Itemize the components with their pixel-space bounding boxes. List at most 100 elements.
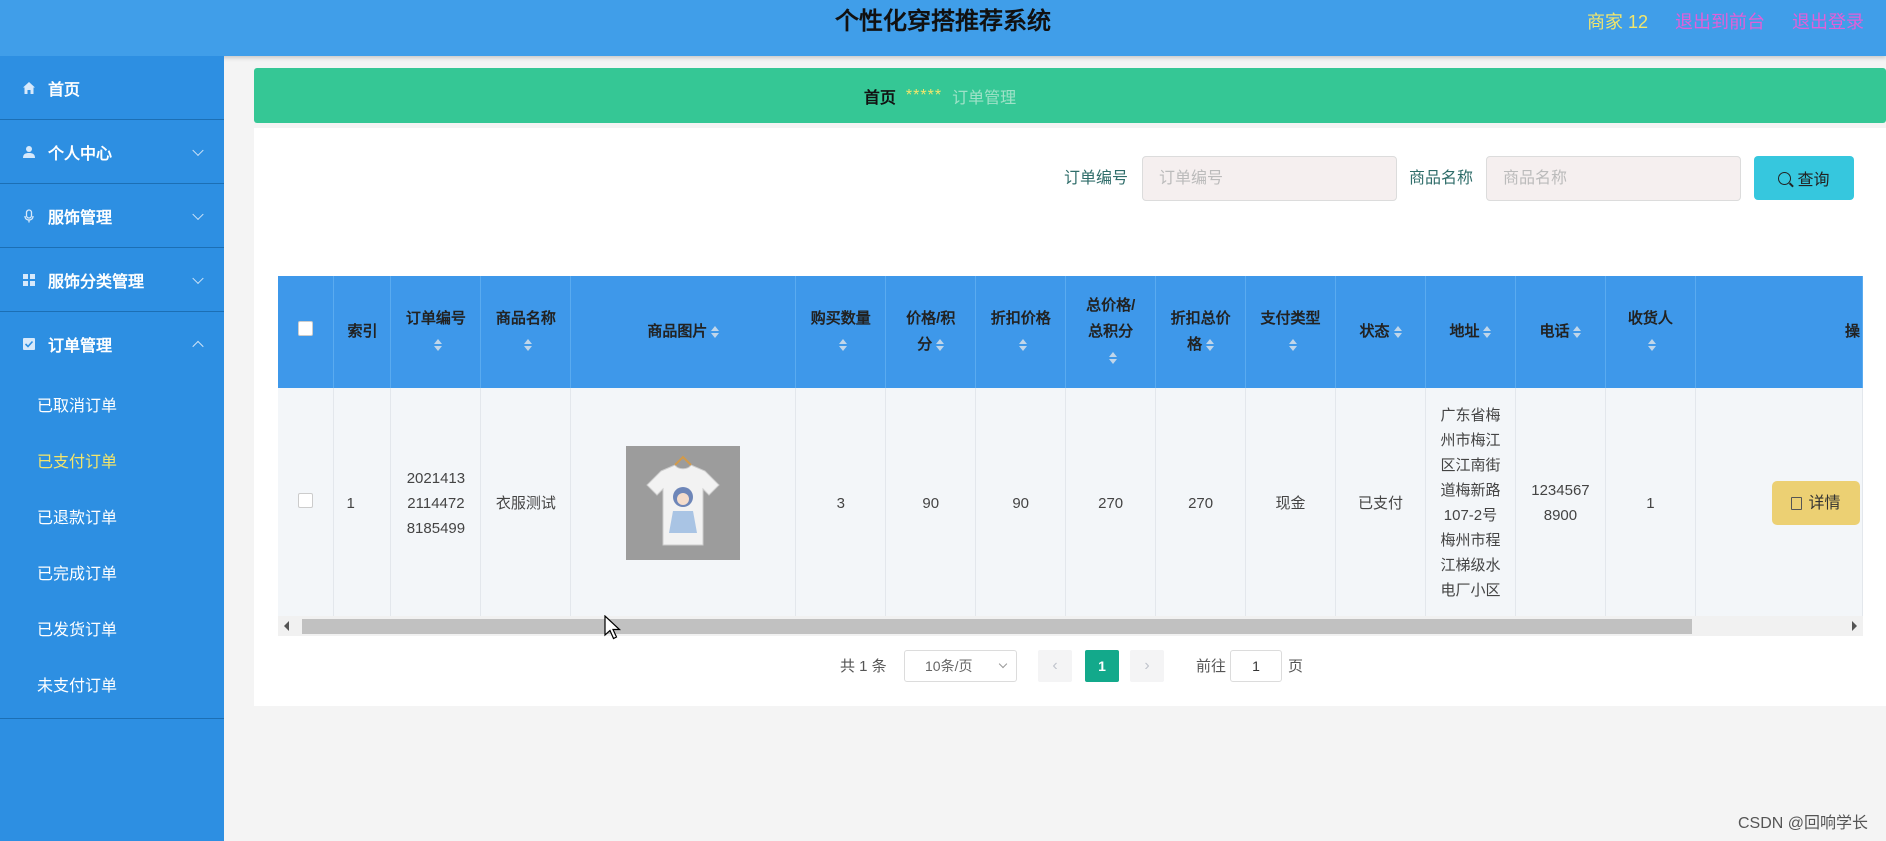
- prev-page-button[interactable]: ‹: [1038, 650, 1072, 682]
- sidebar-item-clothing-category[interactable]: 服饰分类管理: [0, 248, 224, 312]
- product-thumbnail[interactable]: [626, 446, 741, 560]
- chevron-down-icon: [192, 208, 204, 220]
- header-quantity[interactable]: 购买数量: [795, 276, 887, 388]
- sidebar-item-label: 服饰管理: [48, 209, 113, 227]
- sidebar-item-label: 服饰分类管理: [48, 273, 145, 291]
- grid-icon: [20, 271, 38, 289]
- chevron-down-icon: [192, 272, 204, 284]
- header-receiver[interactable]: 收货人: [1605, 276, 1696, 388]
- sidebar-item-label: 订单管理: [48, 338, 113, 355]
- sort-icon[interactable]: [936, 339, 945, 352]
- product-name-input[interactable]: [1486, 156, 1741, 201]
- main-panel: 订单编号 商品名称 查询 索引 订单编号 商品名称 商品图片: [254, 128, 1886, 706]
- order-no-label: 订单编号: [1064, 170, 1129, 187]
- submenu-completed-orders[interactable]: 已完成订单: [0, 544, 224, 600]
- sidebar-item-clothing[interactable]: 服饰管理: [0, 184, 224, 248]
- cell-pay-type: 现金: [1245, 388, 1337, 618]
- goto-page-input[interactable]: 1: [1230, 650, 1282, 682]
- header-price[interactable]: 价格/积分: [885, 276, 977, 388]
- sort-icon[interactable]: [433, 339, 442, 352]
- user-icon: [20, 143, 38, 161]
- scroll-left-arrow-icon[interactable]: [284, 621, 289, 631]
- cell-address: 广东省梅 州市梅江 区江南街 道梅新路 107-2号 梅州市程 江梯级水 电厂小…: [1425, 388, 1516, 618]
- chevron-down-icon: [192, 144, 204, 156]
- cell-quantity: 3: [795, 388, 887, 618]
- header-discount-total[interactable]: 折扣总价格: [1155, 276, 1247, 388]
- pagination: 共 1 条 10条/页 ‹ 1 › 前往 1 页: [254, 650, 1886, 684]
- header-user-area: 商家 12 退出到前台 退出登录: [1587, 0, 1886, 44]
- sidebar: 首页 个人中心 服饰管理 服饰分类管理 订单管理 已取消订单 已支付订单 已退款…: [0, 56, 224, 841]
- order-no-input[interactable]: [1142, 156, 1397, 201]
- header-status[interactable]: 状态: [1335, 276, 1426, 388]
- horizontal-scrollbar[interactable]: [278, 616, 1863, 636]
- sort-icon[interactable]: [1206, 339, 1215, 352]
- detail-button-label: 详情: [1808, 494, 1841, 512]
- orders-table-container: 索引 订单编号 商品名称 商品图片 购买数量 价格/积分 折扣价格 总价格/总积…: [278, 276, 1863, 638]
- cell-product-name: 衣服测试: [480, 388, 572, 618]
- select-all-header: [278, 276, 335, 388]
- header-index: 索引: [333, 276, 392, 388]
- sort-icon[interactable]: [1483, 326, 1492, 339]
- sort-icon[interactable]: [1648, 339, 1657, 352]
- query-button-label: 查询: [1797, 172, 1830, 189]
- breadcrumb-current: 订单管理: [952, 89, 1017, 107]
- logout-link[interactable]: 退出登录: [1792, 12, 1864, 32]
- cell-phone: 1234567 8900: [1515, 388, 1606, 618]
- next-page-button[interactable]: ›: [1130, 650, 1164, 682]
- watermark: CSDN @回响学长: [1737, 815, 1868, 832]
- header-order-no[interactable]: 订单编号: [390, 276, 482, 388]
- scrollbar-thumb[interactable]: [302, 619, 1692, 634]
- header-address[interactable]: 地址: [1425, 276, 1516, 388]
- detail-button[interactable]: 详情: [1772, 481, 1860, 525]
- submenu-cancelled-orders[interactable]: 已取消订单: [0, 376, 224, 432]
- header-phone[interactable]: 电话: [1515, 276, 1606, 388]
- cell-receiver: 1: [1605, 388, 1696, 618]
- submenu-paid-orders[interactable]: 已支付订单: [0, 432, 224, 488]
- header-pay-type[interactable]: 支付类型: [1245, 276, 1337, 388]
- tshirt-image: [646, 455, 721, 546]
- sort-icon[interactable]: [1288, 339, 1297, 352]
- sidebar-item-order-management[interactable]: 订单管理: [0, 312, 224, 376]
- row-select-cell: [278, 388, 335, 618]
- sidebar-item-label: 个人中心: [48, 145, 113, 163]
- merchant-name: 商家 12: [1586, 12, 1648, 32]
- query-button[interactable]: 查询: [1754, 156, 1854, 200]
- header-actions: 操: [1695, 276, 1863, 388]
- top-header: 个性化穿搭推荐系统 商家 12 退出到前台 退出登录: [0, 0, 1886, 56]
- mouse-cursor-icon: [604, 615, 622, 640]
- submenu-refunded-orders[interactable]: 已退款订单: [0, 488, 224, 544]
- page-number-button[interactable]: 1: [1085, 650, 1119, 682]
- header-product-name[interactable]: 商品名称: [480, 276, 572, 388]
- scroll-right-arrow-icon[interactable]: [1852, 621, 1857, 631]
- select-all-checkbox[interactable]: [298, 321, 314, 336]
- sidebar-item-label: 首页: [48, 81, 81, 99]
- goto-suffix: 页: [1288, 658, 1304, 675]
- cell-status: 已支付: [1335, 388, 1426, 618]
- breadcrumb: 首页 ***** 订单管理: [254, 68, 1886, 123]
- sort-icon[interactable]: [1393, 326, 1402, 339]
- sort-icon[interactable]: [1018, 339, 1027, 352]
- submenu-unpaid-orders[interactable]: 未支付订单: [0, 656, 224, 712]
- header-total[interactable]: 总价格/总积分: [1065, 276, 1157, 388]
- sort-icon[interactable]: [523, 339, 532, 352]
- order-submenu: 已取消订单 已支付订单 已退款订单 已完成订单 已发货订单 未支付订单: [0, 376, 224, 719]
- goto-label: 前往: [1196, 658, 1227, 675]
- sidebar-item-personal-center[interactable]: 个人中心: [0, 120, 224, 184]
- sort-icon[interactable]: [1108, 352, 1117, 365]
- pagination-total: 共 1 条: [840, 658, 887, 675]
- checkbox-icon: [20, 335, 38, 353]
- submenu-shipped-orders[interactable]: 已发货订单: [0, 600, 224, 656]
- header-discount-price[interactable]: 折扣价格: [975, 276, 1067, 388]
- sort-icon[interactable]: [1573, 326, 1582, 339]
- row-checkbox[interactable]: [298, 492, 314, 508]
- breadcrumb-home[interactable]: 首页: [864, 84, 896, 108]
- sort-icon[interactable]: [711, 326, 720, 339]
- page-size-select[interactable]: 10条/页: [904, 650, 1017, 682]
- back-to-front-link[interactable]: 退出到前台: [1675, 12, 1765, 32]
- cell-actions: 详情: [1695, 388, 1863, 618]
- sidebar-item-home[interactable]: 首页: [0, 56, 224, 120]
- document-icon: [1791, 496, 1803, 510]
- chevron-down-icon: [998, 659, 1008, 669]
- header-product-image[interactable]: 商品图片: [570, 276, 797, 388]
- sort-icon[interactable]: [838, 339, 847, 352]
